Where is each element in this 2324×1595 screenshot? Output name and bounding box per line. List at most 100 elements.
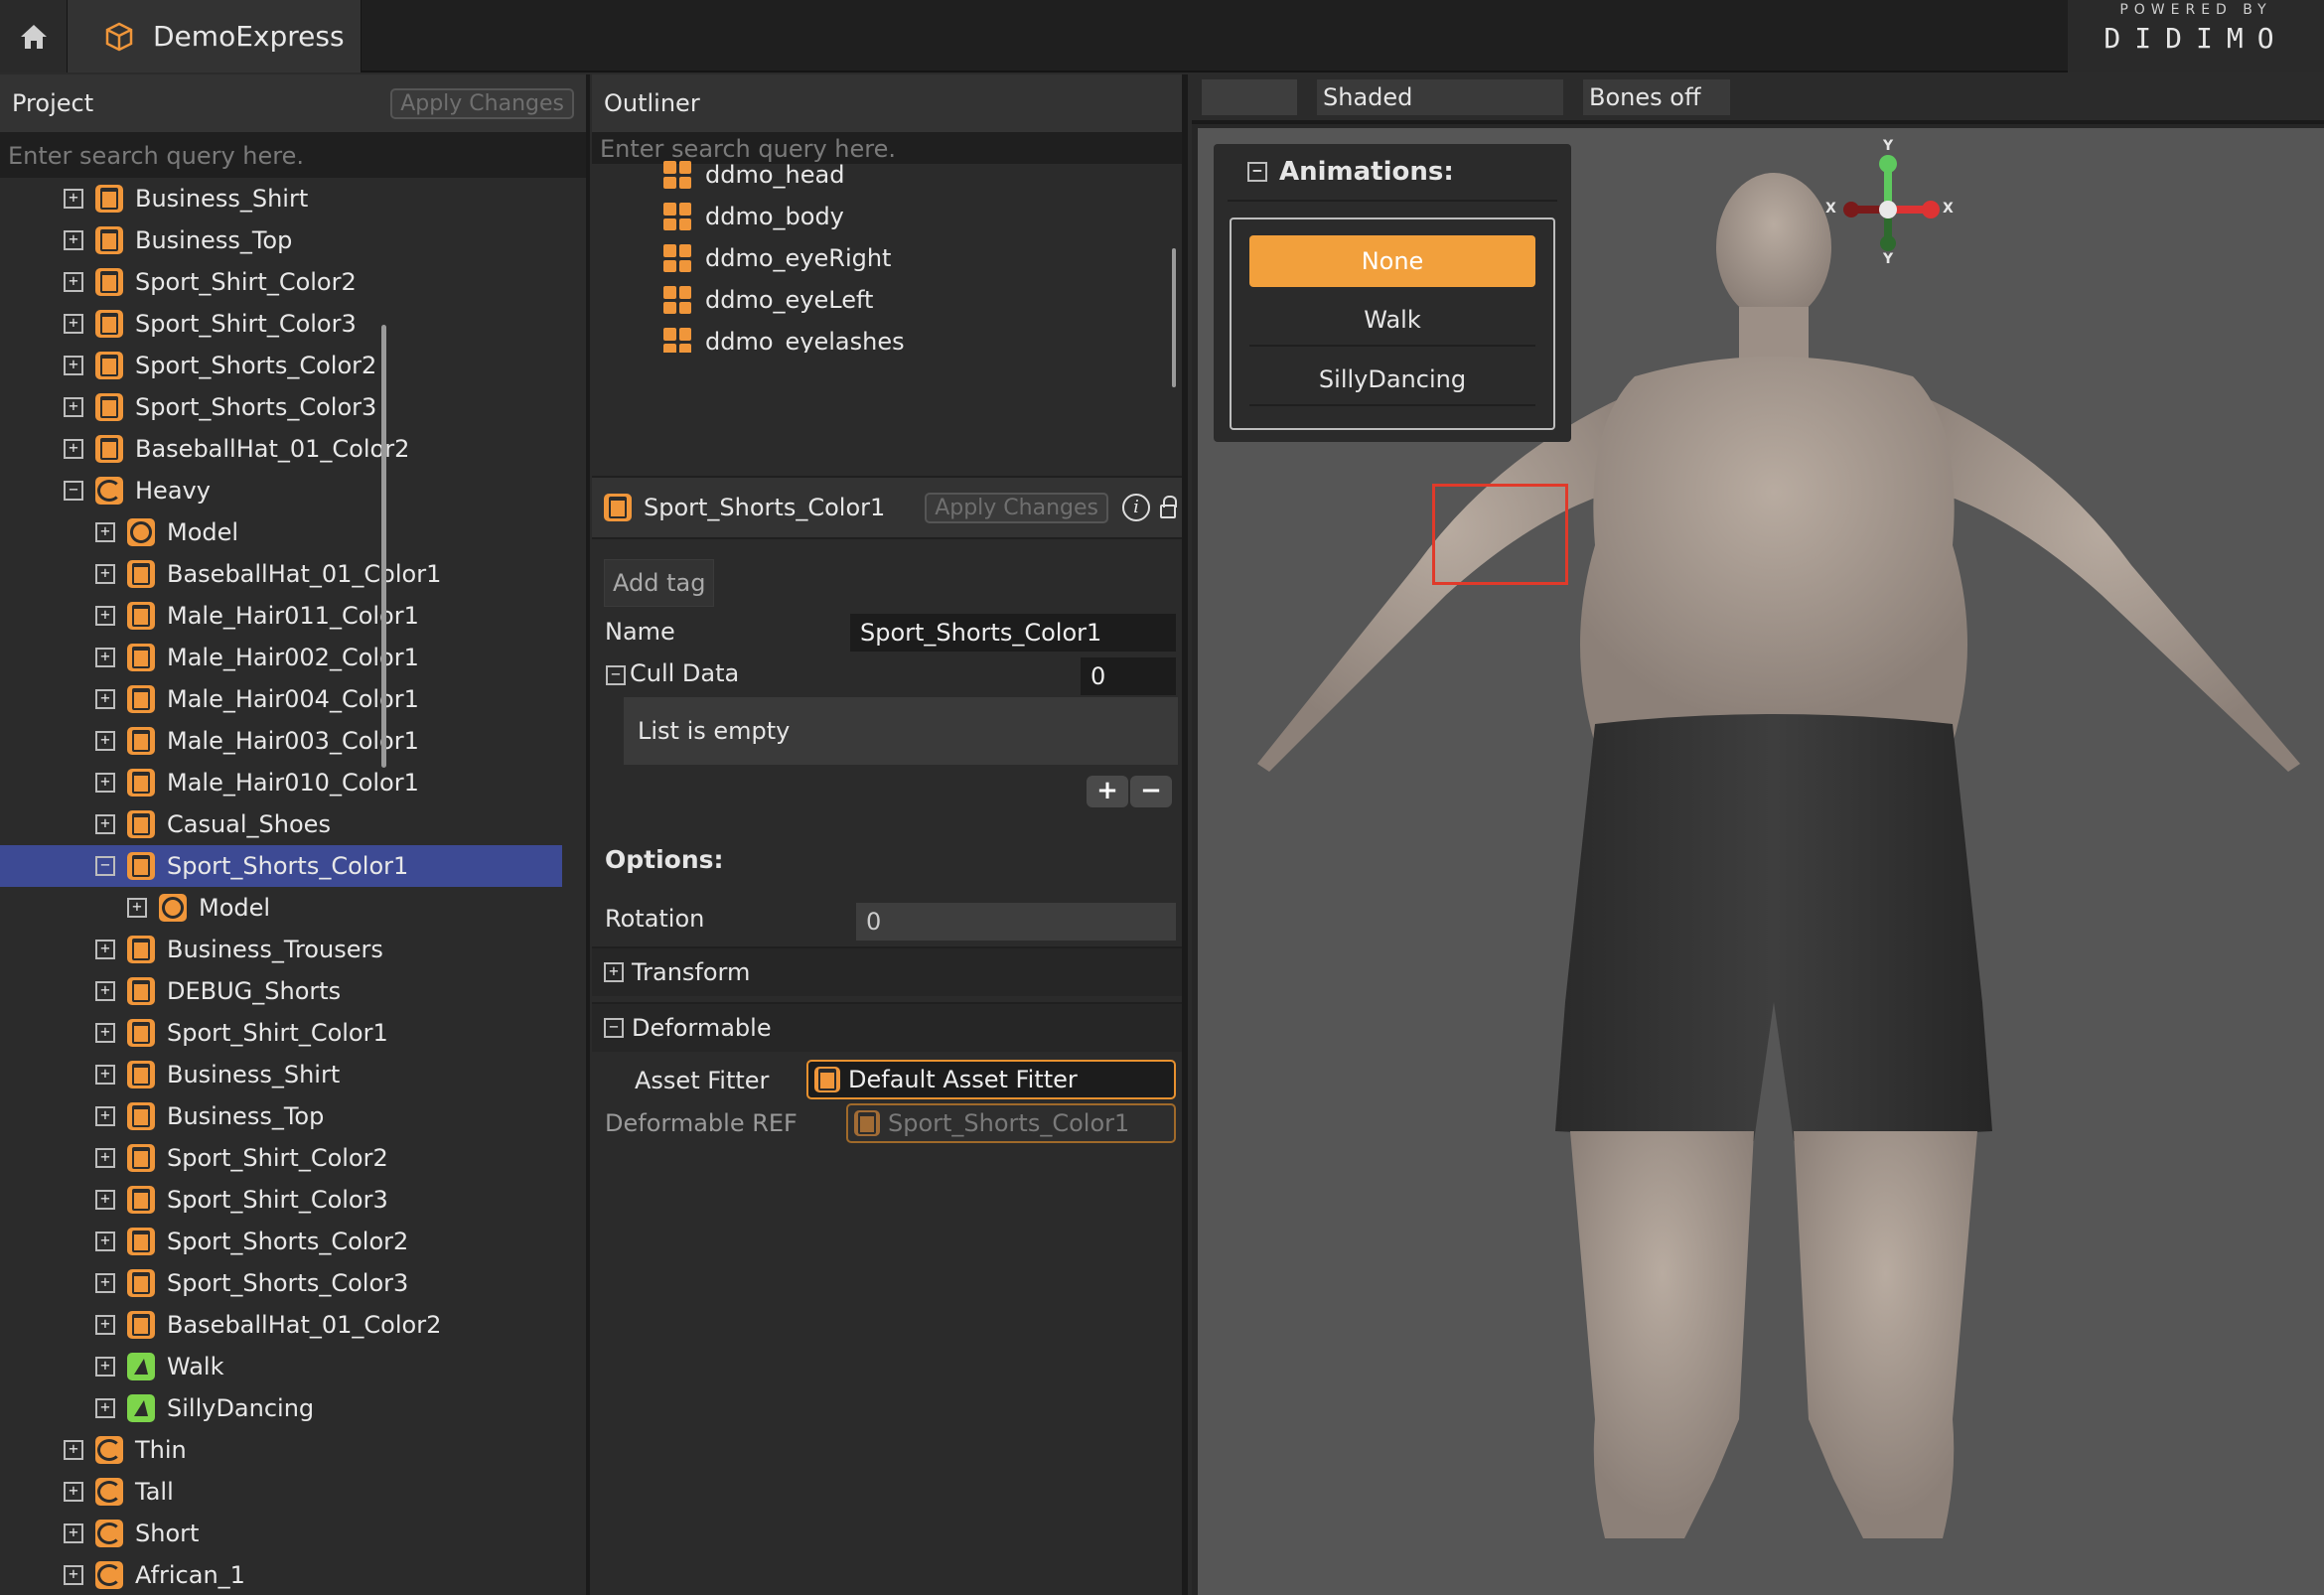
expand-icon[interactable]: + [95,1315,115,1335]
project-tree-row[interactable]: + Sport_Shorts_Color2 [0,345,586,386]
project-tree-row[interactable]: + Business_Top [0,219,586,261]
collapse-icon[interactable]: − [95,856,115,876]
project-tree-row[interactable]: + Thin [0,1429,586,1471]
project-tree-row[interactable]: + Model [0,511,586,553]
expand-icon[interactable]: + [95,814,115,834]
expand-icon[interactable]: + [64,272,83,292]
project-tree-row[interactable]: + DEBUG_Shorts [0,970,586,1012]
project-tree-row[interactable]: + Business_Shirt [0,178,586,219]
expand-icon[interactable]: + [127,898,147,918]
cull-data-toggle[interactable]: − [606,665,626,685]
project-tree-row[interactable]: + Business_Top [0,1095,586,1137]
project-tree-row[interactable]: + Walk [0,1346,586,1387]
animations-toggle[interactable]: − [1247,162,1267,182]
expand-icon[interactable]: + [95,981,115,1001]
outliner-tree-row[interactable]: ddmo_eyelashes [592,321,1182,353]
project-scrollbar[interactable] [381,325,386,768]
expand-icon[interactable]: + [95,1357,115,1377]
lock-icon[interactable] [1160,496,1177,518]
cull-data-count-field[interactable]: 0 [1081,657,1176,695]
project-tree-row[interactable]: + Male_Hair002_Color1 [0,637,586,678]
shading-dropdown[interactable]: Shaded [1317,79,1563,115]
properties-apply-changes-button[interactable]: Apply Changes [925,492,1108,523]
remove-list-item-button[interactable]: − [1130,776,1172,807]
app-tab[interactable]: DemoExpress [68,0,362,72]
expand-icon[interactable]: + [95,689,115,709]
project-search-input[interactable] [0,134,586,178]
project-tree-row[interactable]: + African_1 [0,1554,586,1595]
project-tree-row[interactable]: + Sport_Shirt_Color1 [0,1012,586,1054]
project-tree-row[interactable]: + Sport_Shirt_Color3 [0,1179,586,1221]
expand-icon[interactable]: + [95,1148,115,1168]
expand-icon[interactable]: + [64,397,83,417]
project-tree-row[interactable]: + Sport_Shirt_Color2 [0,1137,586,1179]
transform-toggle[interactable]: + [604,962,624,982]
project-tree-row[interactable]: + Sport_Shirt_Color3 [0,303,586,345]
expand-icon[interactable]: + [95,1398,115,1418]
outliner-tree-row[interactable]: ddmo_eyeRight [592,237,1182,279]
outliner-tree-row[interactable]: ddmo_head [592,154,1182,196]
project-tree-row[interactable]: + BaseballHat_01_Color2 [0,1304,586,1346]
deformable-ref-field[interactable]: Sport_Shorts_Color1 [846,1103,1176,1143]
expand-icon[interactable]: + [95,773,115,793]
project-tree-row[interactable]: + Male_Hair003_Color1 [0,720,586,762]
project-tree-row[interactable]: + Sport_Shorts_Color3 [0,1262,586,1304]
expand-icon[interactable]: + [95,606,115,626]
project-tree-row[interactable]: + Tall [0,1471,586,1513]
transform-section[interactable]: + Transform [592,946,1182,996]
expand-icon[interactable]: + [64,1482,83,1502]
collapse-icon[interactable]: − [64,481,83,501]
animation-option[interactable]: SillyDancing [1249,355,1535,406]
bones-toggle[interactable]: Bones off [1583,79,1730,115]
asset-fitter-field[interactable]: Default Asset Fitter [806,1060,1176,1099]
expand-icon[interactable]: + [95,522,115,542]
outliner-tree-row[interactable]: ddmo_body [592,196,1182,237]
project-tree-row[interactable]: + BaseballHat_01_Color1 [0,553,586,595]
rotation-field[interactable]: 0 [856,903,1176,941]
expand-icon[interactable]: + [95,1190,115,1210]
expand-icon[interactable]: + [95,648,115,667]
expand-icon[interactable]: + [64,1440,83,1460]
project-tree-row[interactable]: + Male_Hair011_Color1 [0,595,586,637]
home-button[interactable] [0,0,68,72]
add-tag-button[interactable]: Add tag [604,559,715,607]
expand-icon[interactable]: + [64,439,83,459]
project-tree-row[interactable]: + SillyDancing [0,1387,586,1429]
project-tree-row[interactable]: + Short [0,1513,586,1554]
project-tree-row[interactable]: + Model [0,887,586,929]
info-icon[interactable]: i [1122,494,1150,521]
deformable-section[interactable]: − Deformable [592,1002,1182,1052]
expand-icon[interactable]: + [64,1523,83,1543]
outliner-scrollbar[interactable] [1172,248,1176,387]
expand-icon[interactable]: + [64,314,83,334]
expand-icon[interactable]: + [95,1232,115,1251]
animation-option[interactable]: None [1249,235,1535,287]
expand-icon[interactable]: + [64,1565,83,1585]
project-tree-row[interactable]: + Sport_Shorts_Color3 [0,386,586,428]
project-tree-row[interactable]: + Casual_Shoes [0,803,586,845]
project-tree-row[interactable]: − Heavy [0,470,586,511]
project-tree-row[interactable]: + Male_Hair010_Color1 [0,762,586,803]
expand-icon[interactable]: + [95,1065,115,1085]
expand-icon[interactable]: + [95,1106,115,1126]
project-tree-row[interactable]: + Male_Hair004_Color1 [0,678,586,720]
project-tree-row[interactable]: + Business_Shirt [0,1054,586,1095]
project-tree-row[interactable]: + Sport_Shirt_Color2 [0,261,586,303]
expand-icon[interactable]: + [95,564,115,584]
expand-icon[interactable]: + [64,356,83,375]
project-tree-row[interactable]: + Business_Trousers [0,929,586,970]
project-tree-row[interactable]: + BaseballHat_01_Color2 [0,428,586,470]
animation-option[interactable]: Walk [1249,295,1535,347]
project-tree-row[interactable]: + Sport_Shorts_Color2 [0,1221,586,1262]
name-field[interactable]: Sport_Shorts_Color1 [850,614,1176,652]
project-tree-row[interactable]: − Sport_Shorts_Color1 [0,845,562,887]
outliner-tree-row[interactable]: ddmo_eyeLeft [592,279,1182,321]
expand-icon[interactable]: + [95,731,115,751]
project-apply-changes-button[interactable]: Apply Changes [390,87,574,119]
add-list-item-button[interactable]: + [1087,776,1128,807]
expand-icon[interactable]: + [64,230,83,250]
3d-scene[interactable]: − Animations: None Walk SillyDancing Y Y X… [1198,128,2324,1595]
expand-icon[interactable]: + [95,940,115,959]
axis-gizmo[interactable]: Y Y X X [1823,138,1954,269]
expand-icon[interactable]: + [95,1273,115,1293]
